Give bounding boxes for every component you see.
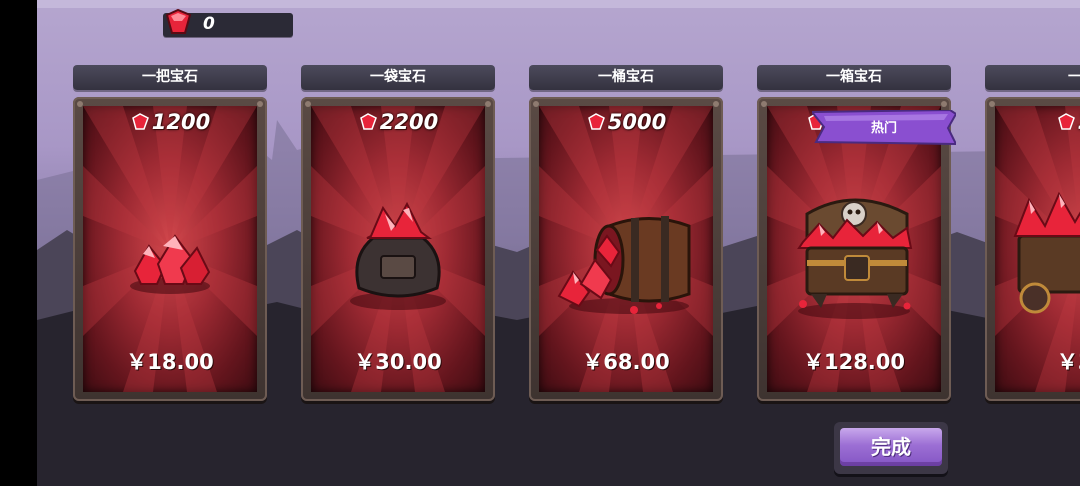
pack-price: ￥128.00 bbox=[802, 350, 906, 374]
pack-panel: 30 ￥32 bbox=[995, 106, 1080, 392]
pack-frame: 1200 ￥18.00 bbox=[73, 97, 267, 401]
done-button[interactable]: 完成 bbox=[834, 422, 948, 474]
ruby-gem-icon bbox=[131, 113, 149, 130]
pack-price: ￥68.00 bbox=[582, 350, 670, 374]
pack-panel: 5000 ￥68.00 bbox=[539, 106, 713, 392]
ruby-gem-icon bbox=[587, 113, 605, 130]
pack-price: ￥18.00 bbox=[126, 350, 214, 374]
gem-pile-icon bbox=[130, 234, 211, 294]
pack-frame: 5000 ￥68.00 bbox=[529, 97, 723, 401]
pack-frame: 2200 ￥30.00 bbox=[301, 97, 495, 401]
gem-pack-card-2[interactable]: 一袋宝石 2200 ￥30.00 bbox=[301, 65, 495, 403]
pack-price: ￥32 bbox=[1056, 350, 1080, 374]
pack-frame: 30 ￥32 bbox=[985, 97, 1080, 401]
pack-title: 一车 bbox=[985, 65, 1080, 90]
pack-amount: 2200 bbox=[311, 110, 485, 134]
pack-amount: 1200 bbox=[83, 110, 257, 134]
treasure-chest-icon bbox=[797, 198, 913, 319]
hot-badge: 热门 bbox=[812, 110, 956, 146]
pack-amount: 30 bbox=[995, 110, 1080, 134]
gem-balance-bar: 0 bbox=[163, 8, 293, 37]
gem-bag-icon bbox=[350, 201, 446, 310]
game-shop-screen: 0 一把宝石 1200 ￥18.00 一袋宝石 2200 ￥30.00 一桶宝石… bbox=[37, 0, 1080, 486]
gem-pack-card-1[interactable]: 一把宝石 1200 ￥18.00 bbox=[73, 65, 267, 403]
ruby-gem-icon bbox=[359, 113, 377, 130]
pack-title: 一把宝石 bbox=[73, 65, 267, 90]
pack-panel: 11000 ￥128.00 bbox=[767, 106, 941, 392]
ruby-gem-icon bbox=[165, 8, 192, 34]
gem-balance-value: 0 bbox=[203, 14, 215, 34]
pack-panel: 1200 ￥18.00 bbox=[83, 106, 257, 392]
gem-pack-card-5[interactable]: 一车 30 ￥32 bbox=[985, 65, 1080, 403]
hot-badge-label: 热门 bbox=[870, 121, 897, 136]
done-button-label: 完成 bbox=[840, 428, 942, 466]
pack-title: 一袋宝石 bbox=[301, 65, 495, 90]
gem-pack-card-4[interactable]: 一箱宝石 11000 bbox=[757, 65, 956, 403]
pack-panel: 2200 ￥30.00 bbox=[311, 106, 485, 392]
pack-price: ￥30.00 bbox=[354, 350, 442, 374]
gem-barrel-icon bbox=[557, 216, 691, 314]
gem-cart-icon bbox=[1013, 191, 1080, 314]
pack-title: 一箱宝石 bbox=[757, 65, 951, 90]
pack-amount: 5000 bbox=[539, 110, 713, 134]
gem-pack-card-3[interactable]: 一桶宝石 5000 ￥68.00 bbox=[529, 65, 723, 403]
ruby-gem-icon bbox=[1058, 113, 1076, 130]
pack-title: 一桶宝石 bbox=[529, 65, 723, 90]
